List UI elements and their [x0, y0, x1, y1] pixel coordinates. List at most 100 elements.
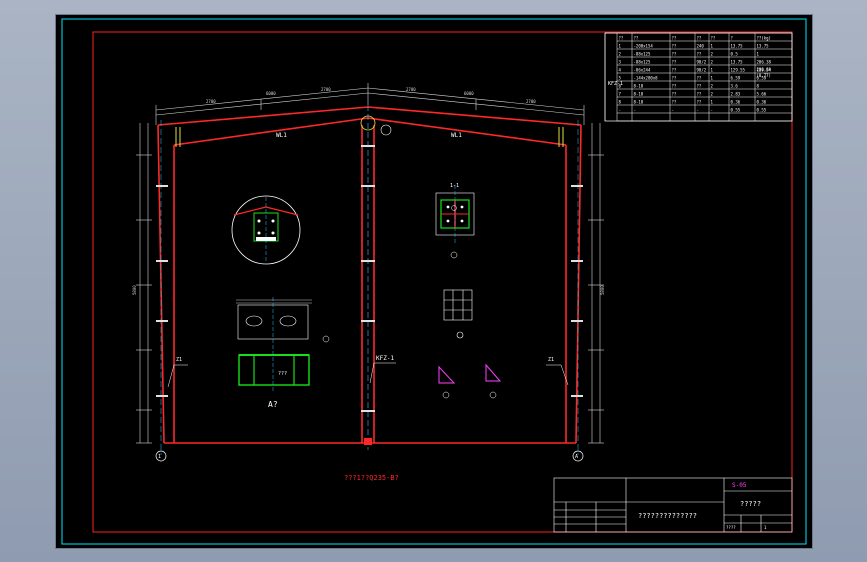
table-cell: 206.38 [757, 60, 772, 65]
table-cell: -86x244 [634, 68, 651, 73]
table-cell: 5 [619, 76, 622, 81]
table-cell: 7 [619, 92, 622, 97]
left-dimension-lines [136, 123, 152, 444]
table-cell: ?? [672, 60, 677, 65]
table-cell: 0.36 [757, 100, 767, 105]
drawing-caption: ???1??Q235-B? [344, 474, 399, 482]
table-cell: ?? [672, 92, 677, 97]
table-cell: 0.55 [757, 108, 767, 113]
table-cell: -88x125 [634, 60, 651, 65]
table-cell: ?? [697, 100, 702, 105]
table-header-cell: ?? [634, 36, 639, 41]
table-cell: ?? [697, 76, 702, 81]
ridge-detail-circle [231, 195, 301, 265]
table-cell: 2 [619, 52, 622, 57]
table-cell: 1 [619, 44, 622, 49]
table-cell: 129.55 [731, 68, 746, 73]
table-cell: 0.55 [731, 108, 741, 113]
table-cell: - [619, 108, 621, 113]
table-cell: ?? [672, 52, 677, 57]
project-name: ?????????????? [638, 512, 697, 520]
table-cell: 1 [711, 68, 714, 73]
svg-text:2700: 2700 [526, 99, 536, 104]
right-dimension-lines [588, 123, 604, 444]
node-a-label: A? [268, 400, 278, 409]
table-cell: 3.6 [731, 84, 739, 89]
svg-text:2700: 2700 [406, 87, 416, 92]
cad-drawing: 6000 2700 2700 2700 6000 2700 5800 5800 WL1 … [61, 18, 807, 545]
table-cell: 4 [619, 68, 622, 73]
top-dim-texts: 6000 2700 2700 2700 6000 2700 [206, 87, 536, 104]
table-cell: ?? [672, 100, 677, 105]
left-column-tag: Z1 [176, 357, 182, 363]
table-cell: 1 [711, 100, 714, 105]
table-cell: 8 [757, 84, 760, 89]
sheet-number: 1 [764, 525, 767, 530]
drawing-frame [92, 31, 793, 533]
table-cell: 3 [619, 60, 622, 65]
table-cell: ?? [672, 44, 677, 49]
section-bubble [450, 251, 458, 259]
rafter-right-label: WL1 [451, 132, 462, 139]
table-header-cell: ?? [697, 36, 702, 41]
axis-left-label: 1 [158, 454, 161, 460]
height-dim-left: 5800 [132, 285, 137, 295]
table-cell: 2.83 [731, 92, 741, 97]
table-cell: ?? [697, 92, 702, 97]
table-total: 288.69 [757, 67, 772, 72]
node-a-sub: ??? [278, 371, 287, 377]
detail-bubbles [322, 205, 457, 343]
table-cell: - [634, 108, 636, 113]
table-cell: - [711, 108, 713, 113]
table-cell: 240 [697, 44, 705, 49]
table-cell: 13.75 [731, 60, 744, 65]
table-cell: 0.5 [731, 52, 739, 57]
table-cell: 1 [711, 44, 714, 49]
table-cell: - [697, 108, 699, 113]
table-cell: 2 [711, 52, 714, 57]
table-cell: 1 [711, 76, 714, 81]
table-cell: - [672, 108, 674, 113]
table-cell: 8-10 [634, 100, 644, 105]
table-cell: ?? [672, 76, 677, 81]
table-cell: 98/2 [697, 60, 707, 65]
ridge-bolt-mark [380, 124, 392, 136]
table-cell: 2 [711, 84, 714, 89]
table-header-cell: ?? [672, 36, 677, 41]
section-detail [435, 185, 475, 243]
table-cell: ?? [672, 84, 677, 89]
stiffener-details [438, 363, 502, 399]
table-cell: 13.75 [757, 44, 770, 49]
scale-label: ???? [726, 525, 736, 530]
svg-text:2700: 2700 [321, 87, 331, 92]
base-marker [364, 438, 372, 445]
height-dim-right: 5800 [600, 285, 605, 295]
section-1-label: 1-1 [450, 183, 459, 189]
table-cell: ?? [697, 52, 702, 57]
table-cell: -200x154 [634, 44, 654, 49]
column-ticks [156, 145, 583, 412]
svg-text:6000: 6000 [266, 91, 276, 96]
svg-text:6000: 6000 [464, 91, 474, 96]
table-header-cell: ?? [619, 36, 624, 41]
table-cell: ?? [697, 84, 702, 89]
table-cell: 8-10 [634, 84, 644, 89]
table-cell: -144x200x8 [634, 76, 659, 81]
table-total-2: (0.77) [757, 73, 771, 78]
rafter-left-label: WL1 [276, 132, 287, 139]
table-cell: 5.66 [757, 92, 767, 97]
svg-text:2700: 2700 [206, 99, 216, 104]
table-cell: 0.36 [731, 100, 741, 105]
table-header-cell: ??(kg) [757, 36, 771, 41]
portal-frame [157, 106, 582, 444]
table-cell: -88x125 [634, 52, 651, 57]
table-header-cell: ? [731, 36, 734, 41]
node-a-detail [236, 297, 312, 393]
axis-right-label: A [575, 454, 578, 460]
table-cell: 98/2 [697, 68, 707, 73]
cad-viewport[interactable]: 6000 2700 2700 2700 6000 2700 5800 5800 [55, 14, 813, 549]
table-cell: 6.59 [731, 76, 741, 81]
table-cell: ?? [672, 68, 677, 73]
table-cell: 8-10 [634, 92, 644, 97]
right-column-tag: Z1 [548, 357, 554, 363]
